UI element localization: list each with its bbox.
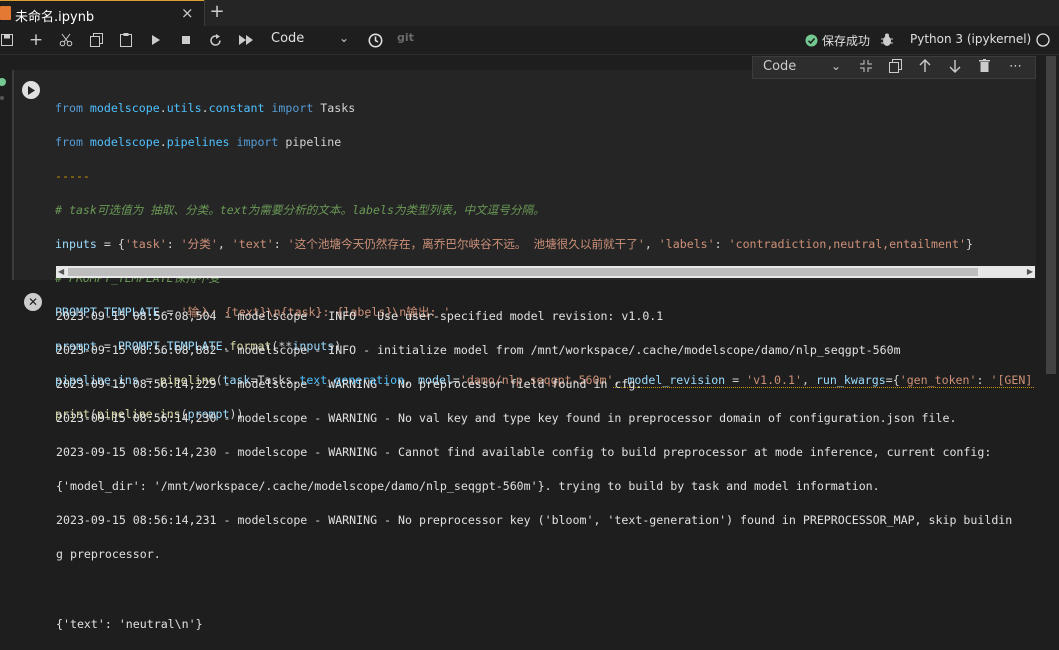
save-status-text: 保存成功 bbox=[822, 34, 871, 48]
copy-icon[interactable] bbox=[88, 30, 104, 50]
chevron-down-icon[interactable]: ⌄ bbox=[831, 59, 841, 73]
output-line: g preprocessor. bbox=[56, 547, 161, 561]
cell-type-select[interactable]: Code bbox=[271, 31, 304, 46]
move-up-icon[interactable] bbox=[919, 59, 931, 77]
tab-title: 未命名.ipynb bbox=[15, 10, 95, 25]
output-line: 2023-09-15 08:56:14,230 - modelscope - W… bbox=[56, 411, 957, 425]
close-tab-icon[interactable]: × bbox=[181, 4, 194, 22]
copy-cell-icon[interactable] bbox=[889, 59, 902, 77]
code-line: inputs = {'task': '分类', 'text': '这个池塘今天仍… bbox=[55, 237, 973, 251]
output-line: 2023-09-15 08:56:08,882 - modelscope - I… bbox=[56, 343, 901, 357]
scrollbar-thumb[interactable] bbox=[1046, 56, 1056, 374]
notebook-file-icon bbox=[0, 6, 11, 20]
code-line: # task可选值为 抽取、分类。text为需要分析的文本。labels为类型列… bbox=[55, 203, 545, 217]
clear-output-icon[interactable]: ✕ bbox=[24, 293, 42, 311]
stop-icon[interactable] bbox=[178, 30, 194, 50]
kernel-name[interactable]: Python 3 (ipykernel) bbox=[910, 32, 1031, 46]
output-line: 2023-09-15 08:56:14,230 - modelscope - W… bbox=[56, 445, 992, 459]
cell-toolbar: Code ⌄ ⋯ bbox=[752, 56, 1036, 79]
notebook-tab[interactable]: 未命名.ipynb × bbox=[0, 0, 204, 26]
add-cell-icon[interactable]: + bbox=[28, 30, 44, 50]
vertical-scrollbar[interactable] bbox=[1043, 56, 1059, 486]
cell-toolbar-type[interactable]: Code bbox=[763, 59, 796, 74]
tab-bar: 未命名.ipynb × + bbox=[0, 0, 1059, 26]
chevron-down-icon[interactable]: ⌄ bbox=[339, 31, 349, 45]
scrollbar-thumb[interactable] bbox=[68, 268, 978, 276]
scroll-left-icon[interactable]: ◀ bbox=[58, 266, 64, 278]
restart-icon[interactable] bbox=[207, 30, 223, 50]
horizontal-scrollbar[interactable]: ◀ ▶ bbox=[56, 266, 1035, 278]
delete-cell-icon[interactable] bbox=[979, 59, 990, 76]
save-status: 保存成功 bbox=[805, 32, 870, 49]
run-cell-button[interactable] bbox=[22, 81, 40, 99]
output-line: 2023-09-15 08:56:08,504 - modelscope - I… bbox=[56, 309, 664, 323]
run-all-icon[interactable] bbox=[237, 30, 255, 50]
output-line: 2023-09-15 08:56:14,229 - modelscope - W… bbox=[56, 377, 643, 391]
code-line: from modelscope.utils.constant import Ta… bbox=[55, 101, 356, 115]
code-line: from modelscope.pipelines import pipelin… bbox=[55, 135, 342, 149]
save-icon[interactable] bbox=[0, 30, 14, 50]
output-line: {'text': 'neutral\n'} bbox=[56, 617, 203, 631]
cell-gutter bbox=[12, 70, 14, 280]
new-tab-button[interactable]: + bbox=[204, 0, 229, 26]
code-line: ----- bbox=[55, 169, 90, 183]
cell-status-marker bbox=[0, 74, 8, 104]
split-cell-icon[interactable] bbox=[859, 59, 873, 77]
run-icon[interactable] bbox=[148, 30, 164, 50]
scroll-right-icon[interactable]: ▶ bbox=[1027, 266, 1033, 278]
move-down-icon[interactable] bbox=[949, 59, 961, 77]
output-line: 2023-09-15 08:56:14,231 - modelscope - W… bbox=[56, 513, 1013, 527]
git-label[interactable]: git bbox=[397, 31, 414, 44]
more-icon[interactable]: ⋯ bbox=[1009, 59, 1022, 74]
check-circle-icon bbox=[805, 34, 818, 47]
kernel-idle-icon bbox=[1035, 30, 1051, 50]
clock-icon[interactable] bbox=[366, 30, 384, 50]
output-line: {'model_dir': '/mnt/workspace/.cache/mod… bbox=[56, 479, 880, 493]
cut-icon[interactable] bbox=[58, 30, 74, 50]
cell-output: 2023-09-15 08:56:08,504 - modelscope - I… bbox=[56, 291, 1036, 650]
paste-icon[interactable] bbox=[118, 30, 134, 50]
debug-icon[interactable] bbox=[879, 30, 895, 50]
notebook-toolbar: + Code ⌄ git 保存成功 Python 3 (ipykernel) bbox=[0, 26, 1059, 55]
